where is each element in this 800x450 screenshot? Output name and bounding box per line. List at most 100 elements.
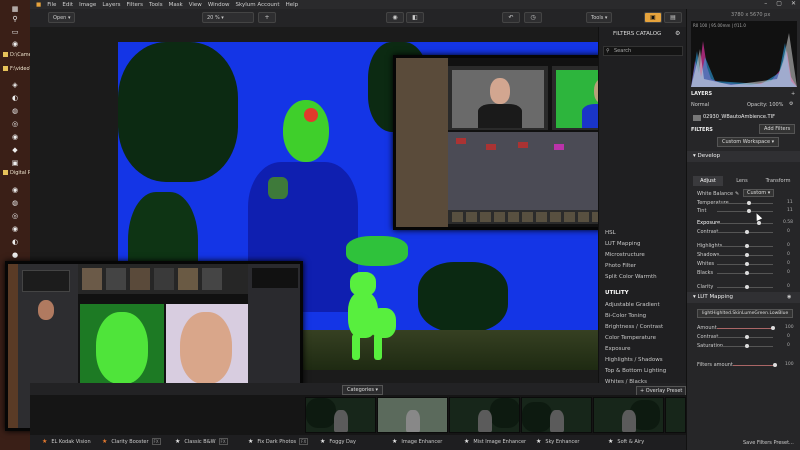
menu-mask[interactable]: Mask [169, 2, 183, 8]
tab-lens[interactable]: Lens [727, 176, 757, 186]
menu-image[interactable]: Image [79, 2, 96, 8]
blacks-slider[interactable] [717, 271, 773, 275]
temperature-slider[interactable] [717, 201, 773, 205]
preview-eye-icon[interactable]: ◉ [386, 12, 404, 23]
catalog-item[interactable]: Whites / Blacks [605, 379, 647, 385]
filters-amount-value[interactable]: 100 [785, 362, 794, 367]
clarity-value[interactable]: 0 [787, 284, 790, 289]
tab-adjust[interactable]: Adjust [693, 176, 723, 186]
saturation-slider[interactable] [717, 344, 773, 348]
layer-settings-icon[interactable]: ⚙ [789, 101, 793, 107]
search-icon[interactable]: ⚲ [9, 14, 21, 24]
catalog-item[interactable]: Highlights / Shadows [605, 357, 663, 363]
whites-value[interactable]: 0 [787, 261, 790, 266]
preset-label[interactable]: ★ Foggy Day [320, 438, 356, 445]
workspace-select[interactable]: Custom Workspace ▾ [717, 137, 780, 147]
eyedropper-icon[interactable]: ✎ [735, 191, 739, 197]
menu-tools[interactable]: Tools [149, 2, 163, 8]
menu-window[interactable]: Window [208, 2, 230, 8]
menu-edit[interactable]: Edit [62, 2, 73, 8]
catalog-item[interactable]: Brightness / Contrast [605, 324, 663, 330]
tab-transform[interactable]: Transform [761, 176, 795, 186]
slider-knob[interactable] [745, 230, 749, 234]
catalog-item[interactable]: Microstructure [605, 252, 645, 258]
white-balance-select[interactable]: Custom ▾ [743, 189, 775, 197]
slider-knob[interactable] [745, 253, 749, 257]
categories-button[interactable]: Categories ▾ [342, 385, 384, 395]
contrast-slider[interactable] [717, 230, 773, 234]
catalog-item[interactable]: HSL [605, 230, 616, 236]
app-icon-5[interactable]: ◆ [9, 145, 21, 155]
app-icon-7[interactable]: ◉ [9, 185, 21, 195]
exposure-value[interactable]: 0.58 [783, 220, 793, 225]
slider-knob[interactable] [757, 221, 761, 225]
menu-layers[interactable]: Layers [102, 2, 120, 8]
slider-knob[interactable] [747, 209, 751, 213]
lut-visibility-icon[interactable]: ◉ [787, 294, 791, 300]
preset-label[interactable]: ★ Clarity Booster FX [102, 438, 161, 445]
compare-icon[interactable]: ◧ [406, 12, 424, 23]
zoom-select[interactable]: 20 % ▾ [202, 12, 254, 23]
preset-label[interactable]: ★ Soft & Airy [608, 438, 644, 445]
develop-section-header[interactable]: ▾ Develop [687, 151, 800, 162]
tint-slider[interactable] [717, 209, 773, 213]
catalog-item[interactable]: LUT Mapping [605, 241, 641, 247]
amount-value[interactable]: 100 [785, 325, 794, 330]
catalog-item[interactable]: Color Temperature [605, 335, 656, 341]
catalog-item[interactable]: Exposure [605, 346, 630, 352]
zoom-in-icon[interactable]: + [258, 12, 276, 23]
start-icon[interactable]: ▦ [9, 4, 21, 14]
star-icon[interactable]: ★ [175, 438, 180, 445]
lut-section-header[interactable]: ▾ LUT Mapping [687, 292, 800, 303]
panel-toggle-icon[interactable]: ▤ [664, 12, 682, 23]
app-icon-12[interactable]: ● [9, 250, 21, 260]
layer-name[interactable]: 02930_WBautoAmbience.TIF [703, 114, 775, 120]
preset-thumb[interactable] [377, 397, 448, 433]
preset-thumb[interactable] [521, 397, 592, 433]
slider-knob[interactable] [745, 271, 749, 275]
catalog-item[interactable]: Bi-Color Toning [605, 313, 646, 319]
app-icon-3[interactable]: ◍ [9, 106, 21, 116]
menu-skylum-account[interactable]: Skylum Account [236, 2, 280, 8]
menu-filters[interactable]: Filters [127, 2, 144, 8]
preset-thumb[interactable] [449, 397, 520, 433]
slider-knob[interactable] [745, 335, 749, 339]
history-icon[interactable]: ◷ [524, 12, 542, 23]
add-layer-icon[interactable]: + [791, 91, 795, 97]
menu-file[interactable]: File [47, 2, 56, 8]
app-icon-8[interactable]: ◍ [9, 198, 21, 208]
edge-icon[interactable]: ◉ [9, 39, 21, 49]
catalog-item[interactable]: Adjustable Gradient [605, 302, 660, 308]
amount-slider[interactable] [717, 326, 775, 330]
tools-button[interactable]: Tools ▾ [586, 12, 613, 23]
catalog-item[interactable]: Photo Filter [605, 263, 636, 269]
preset-thumb[interactable] [593, 397, 664, 433]
highlights-value[interactable]: 0 [787, 243, 790, 248]
export-icon[interactable]: ▣ [644, 12, 662, 23]
preset-label[interactable]: ★ Sky Enhancer [536, 438, 579, 445]
app-icon-1[interactable]: ◈ [9, 80, 21, 90]
app-icon-11[interactable]: ◐ [9, 237, 21, 247]
undo-icon[interactable]: ↶ [502, 12, 520, 23]
app-icon-4[interactable]: ◎ [9, 119, 21, 129]
add-filters-button[interactable]: Add Filters [759, 124, 796, 134]
saturation-value[interactable]: 0 [787, 343, 790, 348]
app-icon-10[interactable]: ◉ [9, 224, 21, 234]
lut-contrast-value[interactable]: 0 [787, 334, 790, 339]
slider-knob[interactable] [745, 285, 749, 289]
preset-label[interactable]: ★ Image Enhancer [392, 438, 442, 445]
preset-thumb[interactable] [665, 397, 686, 433]
menu-help[interactable]: Help [286, 2, 299, 8]
app-icon-6[interactable]: ▣ [9, 158, 21, 168]
task-view-icon[interactable]: ▭ [9, 27, 21, 37]
preset-thumb[interactable] [305, 397, 376, 433]
catalog-item[interactable]: Split Color Warmth [605, 274, 657, 280]
preset-label[interactable]: ★ Fix Dark Photos FX [248, 438, 309, 445]
preset-label[interactable]: ★ Classic B&W FX [175, 438, 228, 445]
app-icon-9[interactable]: ◎ [9, 211, 21, 221]
star-icon[interactable]: ★ [320, 438, 325, 445]
filters-amount-slider[interactable] [733, 363, 777, 367]
tint-value[interactable]: 11 [787, 208, 793, 213]
slider-knob[interactable] [745, 262, 749, 266]
save-filters-preset-button[interactable]: Save Filters Preset... [743, 440, 794, 446]
